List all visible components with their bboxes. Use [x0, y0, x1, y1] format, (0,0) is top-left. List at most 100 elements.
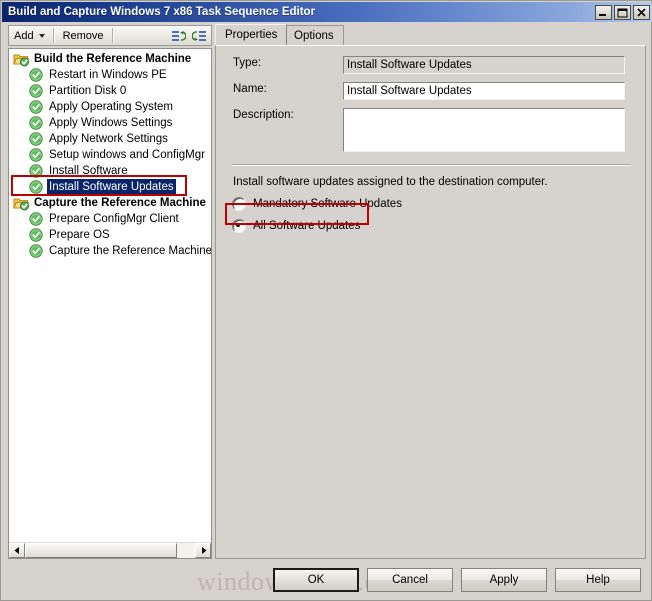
task-sequence-tree[interactable]: Build the Reference Machine Restart in Wi… — [8, 48, 212, 559]
description-label: Description: — [233, 109, 294, 121]
radio-all-software-updates[interactable]: All Software Updates — [232, 219, 360, 233]
type-row: Type: — [233, 55, 626, 75]
tree-node[interactable]: Apply Windows Settings — [9, 115, 211, 131]
tree-node-label: Capture the Reference Machine — [49, 245, 211, 257]
close-button[interactable] — [633, 4, 650, 20]
tab-properties[interactable]: Properties — [215, 24, 288, 45]
apply-button[interactable]: Apply — [461, 568, 547, 592]
ok-button-label: OK — [307, 574, 325, 586]
name-row: Name: — [233, 81, 626, 101]
tree-node-label: Partition Disk 0 — [49, 85, 127, 97]
tree-node-label: Apply Windows Settings — [49, 117, 173, 129]
type-field — [342, 55, 626, 75]
tree-node-label: Setup windows and ConfigMgr — [49, 149, 205, 161]
task-sequence-editor-window: Build and Capture Windows 7 x86 Task Seq… — [0, 0, 652, 601]
properties-pane: Type: Name: Description: Install softwar… — [215, 45, 646, 559]
move-down-icon — [192, 30, 206, 41]
tree-node-label: Capture the Reference Machine — [34, 197, 206, 209]
tab-options-label: Options — [294, 29, 334, 42]
tree-node[interactable]: Prepare ConfigMgr Client — [9, 211, 211, 227]
tree-node-label: Install Software — [49, 165, 128, 177]
toolbar-separator-2 — [111, 28, 114, 43]
chevron-down-icon — [38, 33, 45, 38]
scrollbar-thumb[interactable] — [25, 543, 177, 558]
remove-button-label: Remove — [62, 29, 104, 42]
remove-button[interactable]: Remove — [58, 26, 109, 45]
green-check-icon — [28, 163, 44, 179]
name-label: Name: — [233, 83, 267, 95]
cancel-button-label: Cancel — [392, 574, 428, 586]
tree-node[interactable]: Partition Disk 0 — [9, 83, 211, 99]
description-row: Description: — [233, 107, 626, 153]
title-bar: Build and Capture Windows 7 x86 Task Seq… — [2, 2, 652, 22]
green-check-icon — [28, 227, 44, 243]
maximize-icon — [617, 8, 628, 17]
type-label: Type: — [233, 57, 262, 69]
name-field[interactable] — [342, 81, 626, 101]
task-group-icon — [13, 195, 30, 211]
close-icon — [637, 7, 646, 17]
tab-properties-label: Properties — [225, 29, 278, 41]
help-button[interactable]: Help — [555, 568, 641, 592]
minimize-icon — [599, 13, 606, 16]
radio-mandatory-software-updates[interactable]: Mandatory Software Updates — [232, 197, 402, 211]
tree-node-label: Build the Reference Machine — [34, 53, 192, 65]
radio-selected-icon — [232, 219, 246, 233]
move-up-button[interactable] — [167, 26, 189, 45]
scrollbar-track[interactable] — [25, 543, 195, 558]
tree-node[interactable]: Install Software Updates — [9, 179, 211, 195]
radio-mandatory-label: Mandatory Software Updates — [253, 198, 402, 210]
window-title: Build and Capture Windows 7 x86 Task Seq… — [8, 6, 316, 18]
tree-node-list: Build the Reference Machine Restart in Wi… — [9, 51, 211, 541]
tab-strip: Properties Options — [215, 24, 646, 45]
apply-button-label: Apply — [489, 574, 519, 586]
task-group-icon — [13, 51, 30, 67]
tree-node[interactable]: Capture the Reference Machine — [9, 243, 211, 259]
add-button-label: Add — [14, 29, 34, 42]
tree-node[interactable]: Setup windows and ConfigMgr — [9, 147, 211, 163]
tree-node[interactable]: Restart in Windows PE — [9, 67, 211, 83]
maximize-button[interactable] — [614, 4, 631, 20]
scroll-left-arrow-icon — [14, 547, 19, 554]
help-button-label: Help — [586, 574, 610, 586]
cancel-button[interactable]: Cancel — [367, 568, 453, 592]
tree-node[interactable]: Prepare OS — [9, 227, 211, 243]
tree-horizontal-scrollbar[interactable] — [9, 542, 211, 558]
tree-node-label: Restart in Windows PE — [49, 69, 167, 81]
green-check-icon — [28, 115, 44, 131]
green-check-icon — [28, 147, 44, 163]
tree-node-label: Apply Network Settings — [49, 133, 168, 145]
tree-node-label: Install Software Updates — [47, 179, 176, 195]
tree-toolbar: Add Remove — [8, 25, 212, 46]
green-check-icon — [28, 83, 44, 99]
move-down-button[interactable] — [189, 26, 211, 45]
tree-node[interactable]: Apply Network Settings — [9, 131, 211, 147]
scroll-right-button[interactable] — [195, 543, 211, 558]
tab-options[interactable]: Options — [284, 25, 344, 45]
ok-button[interactable]: OK — [273, 568, 359, 592]
move-up-icon — [172, 30, 186, 41]
tree-node-label: Apply Operating System — [49, 101, 174, 113]
tree-node[interactable]: Build the Reference Machine — [9, 51, 211, 67]
green-check-icon — [28, 243, 44, 259]
tree-node[interactable]: Apply Operating System — [9, 99, 211, 115]
options-hint: Install software updates assigned to the… — [233, 176, 548, 188]
radio-all-label: All Software Updates — [253, 220, 361, 232]
green-check-icon — [28, 67, 44, 83]
section-divider — [232, 164, 630, 166]
scroll-left-button[interactable] — [9, 543, 25, 558]
add-button[interactable]: Add — [9, 26, 50, 45]
minimize-button[interactable] — [595, 4, 612, 20]
toolbar-separator-1 — [52, 28, 55, 43]
green-check-icon — [28, 179, 44, 195]
tree-node-label: Prepare ConfigMgr Client — [49, 213, 179, 225]
green-check-icon — [28, 211, 44, 227]
radio-unselected-icon — [232, 197, 246, 211]
scroll-right-arrow-icon — [201, 547, 206, 554]
tree-node-label: Prepare OS — [49, 229, 110, 241]
green-check-icon — [28, 99, 44, 115]
tree-node[interactable]: Install Software — [9, 163, 211, 179]
green-check-icon — [28, 131, 44, 147]
description-field[interactable] — [342, 107, 626, 153]
tree-node[interactable]: Capture the Reference Machine — [9, 195, 211, 211]
